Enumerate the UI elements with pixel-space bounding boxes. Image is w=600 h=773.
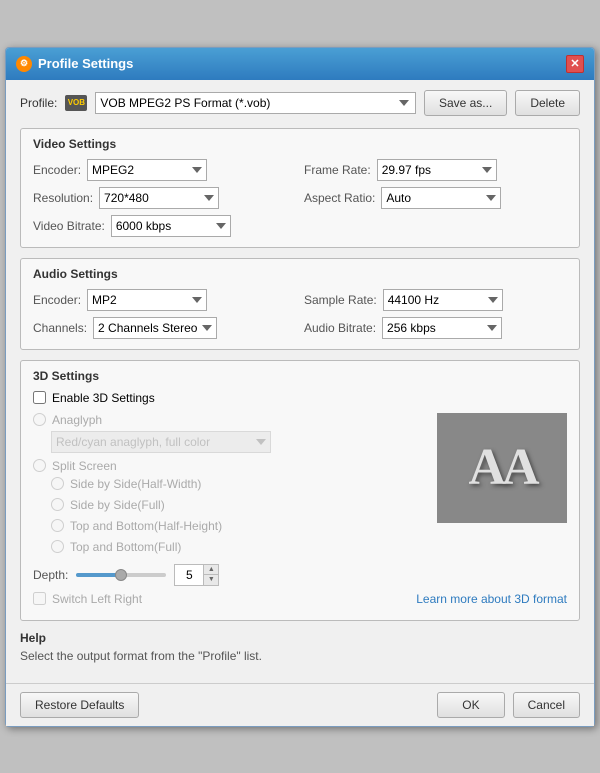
dialog-content: Profile: VOB VOB MPEG2 PS Format (*.vob)…	[6, 80, 594, 683]
encoder-field: Encoder: MPEG2	[33, 159, 296, 181]
enable-3d-row: Enable 3D Settings	[33, 391, 567, 405]
side-full-label: Side by Side(Full)	[70, 498, 165, 512]
depth-down-button[interactable]: ▼	[204, 575, 218, 585]
video-bitrate-row: Video Bitrate: 6000 kbps	[33, 215, 567, 237]
3d-settings-section: 3D Settings Enable 3D Settings Anaglyph …	[20, 360, 580, 621]
restore-defaults-button[interactable]: Restore Defaults	[20, 692, 139, 718]
framerate-select[interactable]: 29.97 fps	[377, 159, 497, 181]
sample-rate-select[interactable]: 44100 Hz	[383, 289, 503, 311]
side-half-label: Side by Side(Half-Width)	[70, 477, 201, 491]
switch-lr-checkbox[interactable]	[33, 592, 46, 605]
video-settings-grid: Encoder: MPEG2 Frame Rate: 29.97 fps Res…	[33, 159, 567, 209]
profile-format-icon: VOB	[65, 95, 87, 111]
app-icon: ⚙	[16, 56, 32, 72]
top-full-radio[interactable]	[51, 540, 64, 553]
aspect-ratio-select[interactable]: Auto	[381, 187, 501, 209]
help-section: Help Select the output format from the "…	[20, 631, 580, 663]
title-bar-left: ⚙ Profile Settings	[16, 56, 133, 72]
close-button[interactable]: ✕	[566, 55, 584, 73]
dialog-footer: Restore Defaults OK Cancel	[6, 683, 594, 726]
top-half-label: Top and Bottom(Half-Height)	[70, 519, 222, 533]
framerate-label: Frame Rate:	[304, 163, 371, 177]
enable-3d-checkbox[interactable]	[33, 391, 46, 404]
3d-options: Anaglyph Red/cyan anaglyph, full color S…	[33, 413, 427, 606]
channels-label: Channels:	[33, 321, 87, 335]
title-bar: ⚙ Profile Settings ✕	[6, 48, 594, 80]
channels-select[interactable]: 2 Channels Stereo	[93, 317, 217, 339]
top-full-label: Top and Bottom(Full)	[70, 540, 181, 554]
help-title: Help	[20, 631, 580, 645]
depth-slider[interactable]	[76, 573, 166, 577]
side-half-radio[interactable]	[51, 477, 64, 490]
sample-rate-field: Sample Rate: 44100 Hz	[304, 289, 567, 311]
side-half-row: Side by Side(Half-Width)	[51, 477, 427, 491]
3d-settings-title: 3D Settings	[33, 369, 567, 383]
sample-rate-label: Sample Rate:	[304, 293, 377, 307]
profile-settings-dialog: ⚙ Profile Settings ✕ Profile: VOB VOB MP…	[5, 47, 595, 727]
aspect-ratio-label: Aspect Ratio:	[304, 191, 375, 205]
cancel-button[interactable]: Cancel	[513, 692, 580, 718]
switch-lr-label[interactable]: Switch Left Right	[52, 592, 142, 606]
help-text: Select the output format from the "Profi…	[20, 649, 580, 663]
audio-bitrate-label: Audio Bitrate:	[304, 321, 376, 335]
audio-settings-title: Audio Settings	[33, 267, 567, 281]
resolution-field: Resolution: 720*480	[33, 187, 296, 209]
audio-encoder-label: Encoder:	[33, 293, 81, 307]
side-full-radio[interactable]	[51, 498, 64, 511]
anaglyph-row: Anaglyph	[33, 413, 427, 427]
anaglyph-label: Anaglyph	[52, 413, 102, 427]
audio-encoder-field: Encoder: MP2	[33, 289, 296, 311]
learn-more-link[interactable]: Learn more about 3D format	[416, 592, 567, 606]
depth-row: Depth: 5 ▲ ▼	[33, 564, 427, 586]
video-bitrate-select[interactable]: 6000 kbps	[111, 215, 231, 237]
depth-value-box: 5 ▲ ▼	[174, 564, 219, 586]
video-bitrate-label: Video Bitrate:	[33, 219, 105, 233]
encoder-select[interactable]: MPEG2	[87, 159, 207, 181]
audio-bitrate-select[interactable]: 256 kbps	[382, 317, 502, 339]
split-options: Side by Side(Half-Width) Side by Side(Fu…	[33, 477, 427, 558]
enable-3d-label[interactable]: Enable 3D Settings	[52, 391, 155, 405]
video-settings-section: Video Settings Encoder: MPEG2 Frame Rate…	[20, 128, 580, 248]
audio-settings-grid: Encoder: MP2 Sample Rate: 44100 Hz Chann…	[33, 289, 567, 339]
top-half-radio[interactable]	[51, 519, 64, 532]
top-full-row: Top and Bottom(Full)	[51, 540, 427, 554]
profile-row: Profile: VOB VOB MPEG2 PS Format (*.vob)…	[20, 90, 580, 116]
profile-label: Profile:	[20, 96, 57, 110]
encoder-label: Encoder:	[33, 163, 81, 177]
3d-content: Anaglyph Red/cyan anaglyph, full color S…	[33, 413, 567, 606]
ok-button[interactable]: OK	[437, 692, 504, 718]
split-screen-label: Split Screen	[52, 459, 117, 473]
depth-spinner: ▲ ▼	[203, 565, 218, 585]
resolution-label: Resolution:	[33, 191, 93, 205]
top-half-row: Top and Bottom(Half-Height)	[51, 519, 427, 533]
save-as-button[interactable]: Save as...	[424, 90, 507, 116]
framerate-field: Frame Rate: 29.97 fps	[304, 159, 567, 181]
channels-field: Channels: 2 Channels Stereo	[33, 317, 296, 339]
dialog-title: Profile Settings	[38, 56, 133, 71]
footer-right-buttons: OK Cancel	[437, 692, 580, 718]
depth-input[interactable]: 5	[175, 565, 203, 585]
audio-bitrate-field: Audio Bitrate: 256 kbps	[304, 317, 567, 339]
split-screen-radio[interactable]	[33, 459, 46, 472]
side-full-row: Side by Side(Full)	[51, 498, 427, 512]
audio-encoder-select[interactable]: MP2	[87, 289, 207, 311]
aspect-ratio-field: Aspect Ratio: Auto	[304, 187, 567, 209]
delete-button[interactable]: Delete	[515, 90, 580, 116]
anaglyph-radio[interactable]	[33, 413, 46, 426]
anaglyph-type-select[interactable]: Red/cyan anaglyph, full color	[51, 431, 271, 453]
3d-preview-text: AA	[468, 438, 535, 497]
split-screen-row: Split Screen	[33, 459, 427, 473]
3d-preview: AA	[437, 413, 567, 523]
switch-row: Switch Left Right	[33, 592, 427, 606]
depth-up-button[interactable]: ▲	[204, 565, 218, 575]
audio-settings-section: Audio Settings Encoder: MP2 Sample Rate:…	[20, 258, 580, 350]
depth-label: Depth:	[33, 568, 68, 582]
profile-select[interactable]: VOB MPEG2 PS Format (*.vob)	[95, 92, 416, 114]
resolution-select[interactable]: 720*480	[99, 187, 219, 209]
video-settings-title: Video Settings	[33, 137, 567, 151]
